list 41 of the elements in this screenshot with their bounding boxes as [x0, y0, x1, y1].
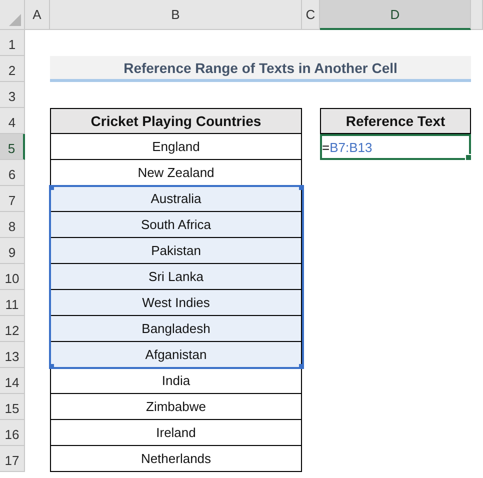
- row-header[interactable]: 9: [0, 238, 25, 264]
- table-cell: India: [50, 368, 302, 394]
- column-header[interactable]: D: [320, 0, 471, 30]
- table-cell: Ireland: [50, 420, 302, 446]
- row-header[interactable]: 8: [0, 212, 25, 238]
- table-cell: England: [50, 134, 302, 160]
- table-cell: Sri Lanka: [50, 264, 302, 290]
- column-header[interactable]: B: [50, 0, 302, 30]
- column-heading-cell: Cricket Playing Countries: [50, 108, 302, 134]
- row-header[interactable]: 2: [0, 56, 25, 82]
- table-cell: South Africa: [50, 212, 302, 238]
- row-header[interactable]: 10: [0, 264, 25, 290]
- row-header[interactable]: 1: [0, 30, 25, 56]
- formula-cell[interactable]: =B7:B13: [320, 134, 471, 160]
- row-header[interactable]: 5: [0, 134, 25, 160]
- row-header[interactable]: 11: [0, 290, 25, 316]
- table-cell: New Zealand: [50, 160, 302, 186]
- table-cell: West Indies: [50, 290, 302, 316]
- row-header[interactable]: 12: [0, 316, 25, 342]
- table-cell: Afganistan: [50, 342, 302, 368]
- table-cell: Australia: [50, 186, 302, 212]
- table-cell: Zimbabwe: [50, 394, 302, 420]
- row-header[interactable]: 3: [0, 82, 25, 108]
- row-header[interactable]: 15: [0, 394, 25, 420]
- row-header[interactable]: 16: [0, 420, 25, 446]
- column-header[interactable]: C: [302, 0, 320, 30]
- column-header[interactable]: A: [25, 0, 50, 30]
- row-header[interactable]: 4: [0, 108, 25, 134]
- row-header[interactable]: 7: [0, 186, 25, 212]
- table-cell: Pakistan: [50, 238, 302, 264]
- row-header[interactable]: 6: [0, 160, 25, 186]
- column-header[interactable]: [471, 0, 483, 30]
- table-cell: Bangladesh: [50, 316, 302, 342]
- row-header[interactable]: 17: [0, 446, 25, 472]
- column-heading-cell: Reference Text: [320, 108, 471, 134]
- row-header[interactable]: 13: [0, 342, 25, 368]
- table-cell: Netherlands: [50, 446, 302, 472]
- row-header[interactable]: 14: [0, 368, 25, 394]
- sheet-title: Reference Range of Texts in Another Cell: [50, 56, 471, 82]
- select-all-corner[interactable]: [0, 0, 25, 30]
- triangle-icon: [9, 14, 21, 26]
